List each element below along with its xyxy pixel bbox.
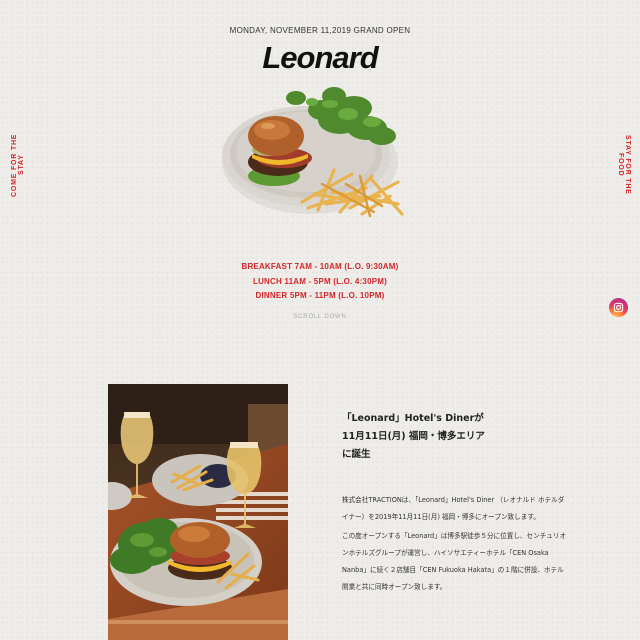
- leonard-logo[interactable]: Leonard: [0, 40, 640, 76]
- opening-hours: BREAKFAST 7AM - 10AM (L.O. 9:30AM) LUNCH…: [0, 262, 640, 306]
- side-tagline-right: STAY FOR THE FOOD: [617, 135, 631, 195]
- side-tagline-left: COME FOR THE STAY: [11, 133, 25, 197]
- hours-lunch: LUNCH 11AM - 5PM (L.O. 4:30PM): [252, 276, 387, 286]
- grand-open-date: MONDAY, NOVEMBER 11,2019 GRAND OPEN: [229, 26, 411, 35]
- diner-table-photo: [108, 384, 288, 640]
- intro-paragraph-2: この度オープンする「Leonard」は博多駅徒歩５分に位置し、センチュリオンホテ…: [342, 532, 567, 591]
- headline-line: 「Leonard」Hotel's Dinerが: [342, 413, 484, 424]
- headline-line: 11月11日(月) 福岡・博多エリア: [342, 431, 485, 442]
- headline-line: に誕生: [342, 449, 371, 460]
- scroll-down-link[interactable]: SCROLL DOWN: [0, 314, 640, 320]
- hero-burger-plate-image: [222, 87, 404, 218]
- intro-body: 株式会社TRACTIONは、「Leonard」Hotel's Diner （レオ…: [342, 492, 568, 598]
- hours-dinner: DINNER 5PM - 11PM (L.O. 10PM): [255, 291, 385, 300]
- hours-breakfast: BREAKFAST 7AM - 10AM (L.O. 9:30AM): [241, 262, 399, 271]
- intro-paragraph-1: 株式会社TRACTIONは、「Leonard」Hotel's Diner （レオ…: [342, 496, 565, 521]
- intro-headline: 「Leonard」Hotel's Dinerが 11月11日(月) 福岡・博多エ…: [342, 410, 562, 464]
